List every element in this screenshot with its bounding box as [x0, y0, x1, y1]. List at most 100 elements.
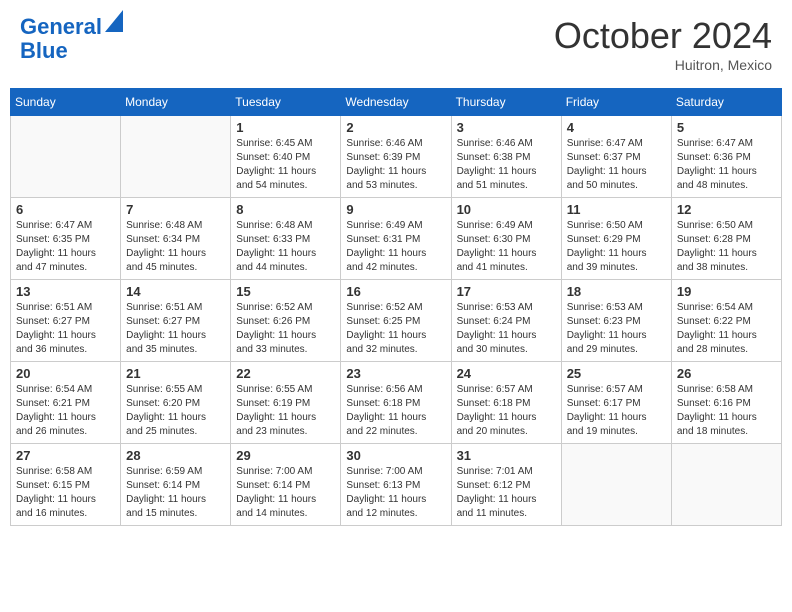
day-info: Sunrise: 6:56 AMSunset: 6:18 PMDaylight:…	[346, 383, 445, 439]
day-info: Sunrise: 6:50 AMSunset: 6:28 PMDaylight:…	[677, 219, 776, 275]
calendar-cell: 27Sunrise: 6:58 AMSunset: 6:15 PMDayligh…	[11, 444, 121, 526]
day-info: Sunrise: 6:48 AMSunset: 6:34 PMDaylight:…	[126, 219, 225, 275]
logo-blue-text: Blue	[20, 39, 68, 63]
calendar-cell: 14 Sunrise: 6:51 AMSunset: 6:27 PMDayligh…	[121, 280, 231, 362]
calendar-cell: 8 Sunrise: 6:48 AMSunset: 6:33 PMDaylight…	[231, 198, 341, 280]
calendar-cell: 9 Sunrise: 6:49 AMSunset: 6:31 PMDaylight…	[341, 198, 451, 280]
day-info: Sunrise: 7:01 AMSunset: 6:12 PMDaylight:…	[457, 465, 556, 521]
day-number: 14	[126, 284, 225, 299]
day-info: Sunrise: 6:46 AMSunset: 6:39 PMDaylight:…	[346, 137, 445, 193]
day-number: 26	[677, 366, 776, 381]
calendar-cell: 23 Sunrise: 6:56 AMSunset: 6:18 PMDayligh…	[341, 362, 451, 444]
day-number: 1	[236, 120, 335, 135]
day-number: 25	[567, 366, 666, 381]
day-of-week-header: Wednesday	[341, 89, 451, 116]
day-info: Sunrise: 6:54 AMSunset: 6:21 PMDaylight:…	[16, 383, 115, 439]
day-info: Sunrise: 7:00 AMSunset: 6:13 PMDaylight:…	[346, 465, 445, 521]
day-of-week-header: Friday	[561, 89, 671, 116]
day-info: Sunrise: 6:50 AMSunset: 6:29 PMDaylight:…	[567, 219, 666, 275]
day-number: 15	[236, 284, 335, 299]
page-header: General Blue October 2024 Huitron, Mexic…	[10, 10, 782, 78]
calendar-cell: 17 Sunrise: 6:53 AMSunset: 6:24 PMDayligh…	[451, 280, 561, 362]
title-area: October 2024 Huitron, Mexico	[554, 15, 772, 73]
day-number: 29	[236, 448, 335, 463]
calendar-cell: 6Sunrise: 6:47 AMSunset: 6:35 PMDaylight…	[11, 198, 121, 280]
day-number: 5	[677, 120, 776, 135]
calendar-cell	[11, 116, 121, 198]
calendar-cell	[121, 116, 231, 198]
calendar-table: SundayMondayTuesdayWednesdayThursdayFrid…	[10, 88, 782, 526]
calendar-cell: 24 Sunrise: 6:57 AMSunset: 6:18 PMDayligh…	[451, 362, 561, 444]
calendar-week-row: 6Sunrise: 6:47 AMSunset: 6:35 PMDaylight…	[11, 198, 782, 280]
calendar-cell: 28Sunrise: 6:59 AMSunset: 6:14 PMDayligh…	[121, 444, 231, 526]
calendar-cell: 16 Sunrise: 6:52 AMSunset: 6:25 PMDayligh…	[341, 280, 451, 362]
calendar-cell: 7 Sunrise: 6:48 AMSunset: 6:34 PMDaylight…	[121, 198, 231, 280]
day-info: Sunrise: 6:57 AMSunset: 6:18 PMDaylight:…	[457, 383, 556, 439]
day-info: Sunrise: 6:53 AMSunset: 6:23 PMDaylight:…	[567, 301, 666, 357]
calendar-cell: 4Sunrise: 6:47 AMSunset: 6:37 PMDaylight…	[561, 116, 671, 198]
calendar-cell: 21 Sunrise: 6:55 AMSunset: 6:20 PMDayligh…	[121, 362, 231, 444]
day-number: 9	[346, 202, 445, 217]
day-info: Sunrise: 6:51 AMSunset: 6:27 PMDaylight:…	[126, 301, 225, 357]
day-info: Sunrise: 6:47 AMSunset: 6:36 PMDaylight:…	[677, 137, 776, 193]
calendar-cell: 12 Sunrise: 6:50 AMSunset: 6:28 PMDayligh…	[671, 198, 781, 280]
calendar-cell: 18 Sunrise: 6:53 AMSunset: 6:23 PMDayligh…	[561, 280, 671, 362]
day-number: 3	[457, 120, 556, 135]
day-info: Sunrise: 6:53 AMSunset: 6:24 PMDaylight:…	[457, 301, 556, 357]
location: Huitron, Mexico	[554, 57, 772, 73]
calendar-cell: 22 Sunrise: 6:55 AMSunset: 6:19 PMDayligh…	[231, 362, 341, 444]
day-info: Sunrise: 6:54 AMSunset: 6:22 PMDaylight:…	[677, 301, 776, 357]
logo: General Blue	[20, 15, 123, 63]
day-info: Sunrise: 7:00 AMSunset: 6:14 PMDaylight:…	[236, 465, 335, 521]
calendar-cell	[561, 444, 671, 526]
day-number: 31	[457, 448, 556, 463]
logo-text: General	[20, 15, 102, 39]
day-info: Sunrise: 6:47 AMSunset: 6:35 PMDaylight:…	[16, 219, 115, 275]
day-number: 17	[457, 284, 556, 299]
calendar-cell: 13 Sunrise: 6:51 AMSunset: 6:27 PMDayligh…	[11, 280, 121, 362]
calendar-body: 1Sunrise: 6:45 AMSunset: 6:40 PMDaylight…	[11, 116, 782, 526]
day-number: 13	[16, 284, 115, 299]
day-of-week-header: Thursday	[451, 89, 561, 116]
calendar-cell: 15 Sunrise: 6:52 AMSunset: 6:26 PMDayligh…	[231, 280, 341, 362]
calendar-cell: 2 Sunrise: 6:46 AMSunset: 6:39 PMDaylight…	[341, 116, 451, 198]
calendar-cell: 20Sunrise: 6:54 AMSunset: 6:21 PMDayligh…	[11, 362, 121, 444]
day-info: Sunrise: 6:58 AMSunset: 6:16 PMDaylight:…	[677, 383, 776, 439]
calendar-week-row: 27Sunrise: 6:58 AMSunset: 6:15 PMDayligh…	[11, 444, 782, 526]
day-info: Sunrise: 6:55 AMSunset: 6:19 PMDaylight:…	[236, 383, 335, 439]
calendar-cell: 29 Sunrise: 7:00 AMSunset: 6:14 PMDayligh…	[231, 444, 341, 526]
day-info: Sunrise: 6:49 AMSunset: 6:31 PMDaylight:…	[346, 219, 445, 275]
day-of-week-header: Sunday	[11, 89, 121, 116]
day-info: Sunrise: 6:52 AMSunset: 6:25 PMDaylight:…	[346, 301, 445, 357]
day-number: 16	[346, 284, 445, 299]
calendar-cell	[671, 444, 781, 526]
header-row: SundayMondayTuesdayWednesdayThursdayFrid…	[11, 89, 782, 116]
day-info: Sunrise: 6:55 AMSunset: 6:20 PMDaylight:…	[126, 383, 225, 439]
day-number: 30	[346, 448, 445, 463]
logo-icon	[105, 10, 123, 32]
day-info: Sunrise: 6:52 AMSunset: 6:26 PMDaylight:…	[236, 301, 335, 357]
day-info: Sunrise: 6:51 AMSunset: 6:27 PMDaylight:…	[16, 301, 115, 357]
day-info: Sunrise: 6:46 AMSunset: 6:38 PMDaylight:…	[457, 137, 556, 193]
calendar-week-row: 13 Sunrise: 6:51 AMSunset: 6:27 PMDayligh…	[11, 280, 782, 362]
calendar-header: SundayMondayTuesdayWednesdayThursdayFrid…	[11, 89, 782, 116]
day-number: 18	[567, 284, 666, 299]
calendar-week-row: 1Sunrise: 6:45 AMSunset: 6:40 PMDaylight…	[11, 116, 782, 198]
day-number: 2	[346, 120, 445, 135]
day-number: 21	[126, 366, 225, 381]
day-of-week-header: Tuesday	[231, 89, 341, 116]
day-number: 23	[346, 366, 445, 381]
day-info: Sunrise: 6:49 AMSunset: 6:30 PMDaylight:…	[457, 219, 556, 275]
day-info: Sunrise: 6:48 AMSunset: 6:33 PMDaylight:…	[236, 219, 335, 275]
day-number: 24	[457, 366, 556, 381]
calendar-cell: 25Sunrise: 6:57 AMSunset: 6:17 PMDayligh…	[561, 362, 671, 444]
month-title: October 2024	[554, 15, 772, 57]
calendar-cell: 31 Sunrise: 7:01 AMSunset: 6:12 PMDayligh…	[451, 444, 561, 526]
day-number: 7	[126, 202, 225, 217]
day-number: 12	[677, 202, 776, 217]
day-number: 11	[567, 202, 666, 217]
day-of-week-header: Saturday	[671, 89, 781, 116]
calendar-cell: 26 Sunrise: 6:58 AMSunset: 6:16 PMDayligh…	[671, 362, 781, 444]
day-number: 8	[236, 202, 335, 217]
day-number: 22	[236, 366, 335, 381]
